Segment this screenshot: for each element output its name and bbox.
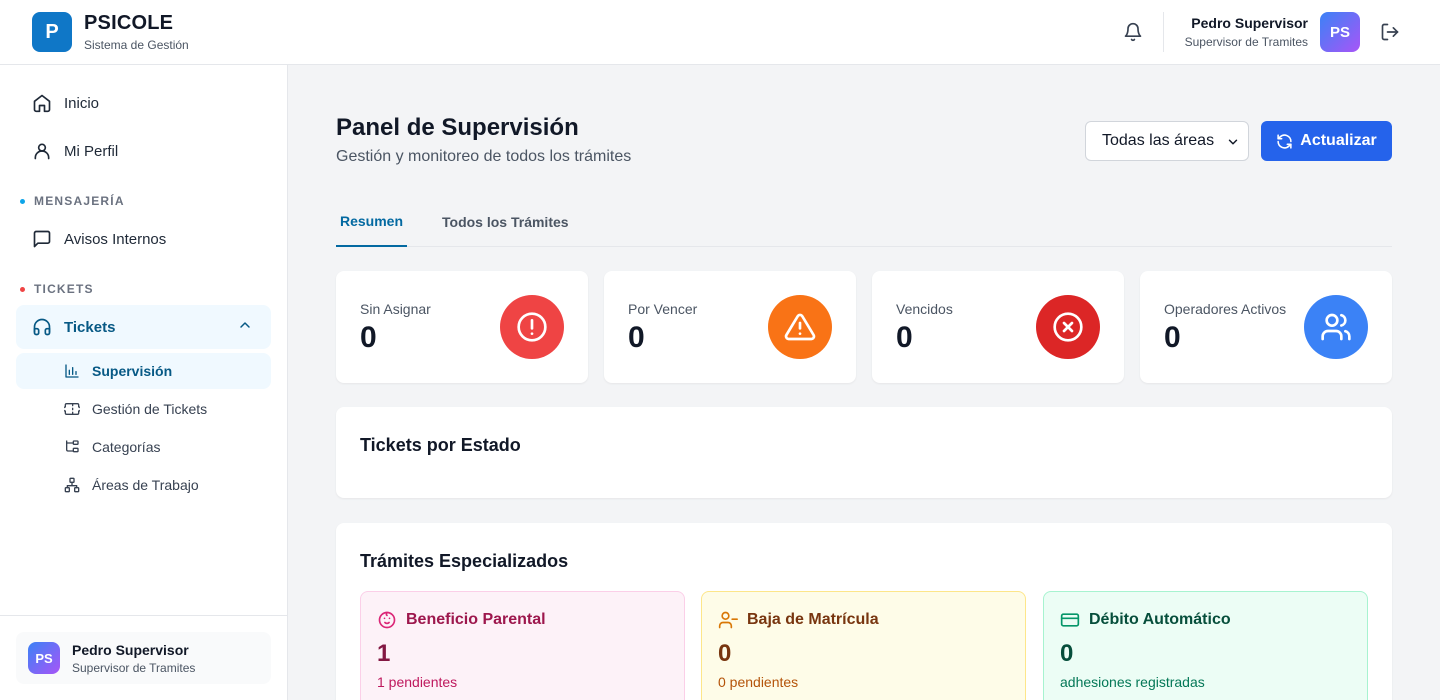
tramite-card-debito-automatico[interactable]: Débito Automático 0 adhesiones registrad… [1043,591,1368,700]
sidebar-item-label: Avisos Internos [64,230,167,248]
tramite-card-header: Beneficio Parental [377,610,546,630]
sidebar-user-role: Supervisor de Tramites [72,661,196,675]
sidebar-subitem-supervision[interactable]: Supervisión [16,353,271,389]
section-label-text: TICKETS [34,282,94,296]
stat-value: 0 [360,321,377,354]
sidebar-item-avisos-internos[interactable]: Avisos Internos [16,219,271,259]
stat-label: Por Vencer [628,301,698,317]
header-divider [1163,12,1164,52]
sidebar-item-label: Mi Perfil [64,142,119,160]
logout-icon[interactable] [1378,20,1402,44]
section-dot [20,286,25,292]
stat-card-sin-asignar: Sin Asignar 0 [336,271,588,383]
sidebar-user-card[interactable]: PS Pedro Supervisor Supervisor de Tramit… [16,632,271,684]
refresh-button[interactable]: Actualizar [1261,121,1392,161]
bell-icon[interactable] [1121,20,1145,44]
tramite-card-sub: 0 pendientes [718,674,799,690]
area-select-value: Todas las áreas [1102,132,1215,149]
sidebar-item-mi-perfil[interactable]: Mi Perfil [16,131,271,171]
brand-subtitle: Sistema de Gestión [84,38,189,52]
baby-face-icon [377,610,397,630]
tramites-especializados-panel: Trámites Especializados Beneficio Parent… [336,523,1392,700]
x-circle-icon [1036,295,1100,359]
message-square-icon [32,229,52,249]
tabs-bar: Resumen Todos los Trámites [336,196,1392,247]
stat-value: 0 [1164,321,1181,354]
warning-triangle-icon [768,295,832,359]
user-icon [32,141,52,161]
section-label-text: MENSAJERÍA [34,194,125,208]
panel-title: Trámites Especializados [360,551,569,571]
sidebar-subitem-label: Áreas de Trabajo [92,477,199,493]
sidebar-subitem-gestion-tickets[interactable]: Gestión de Tickets [16,391,271,427]
tab-resumen[interactable]: Resumen [336,196,408,247]
header-user-name: Pedro Supervisor [1191,15,1308,31]
tickets-por-estado-panel: Tickets por Estado [336,407,1392,498]
section-dot [20,198,25,204]
refresh-button-label: Actualizar [1300,132,1377,149]
sidebar-user-name: Pedro Supervisor [72,642,189,658]
section-label-mensajeria: MENSAJERÍA [20,194,125,208]
sidebar-subitem-label: Categorías [92,439,161,455]
tab-todos-tramites[interactable]: Todos los Trámites [438,196,573,247]
tramite-card-title: Débito Automático [1089,611,1231,628]
sidebar-footer: PS Pedro Supervisor Supervisor de Tramit… [0,615,287,700]
app-logo[interactable]: P [32,12,72,52]
sidebar-item-label: Inicio [64,94,100,112]
alert-circle-icon [500,295,564,359]
home-icon [32,93,52,113]
section-label-tickets: TICKETS [20,282,94,296]
top-header: P PSICOLE Sistema de Gestión Pedro Super… [0,0,1440,65]
ticket-icon [64,401,80,417]
tramite-card-title: Baja de Matrícula [747,611,879,628]
stat-card-vencidos: Vencidos 0 [872,271,1124,383]
tramite-card-value: 0 [1060,640,1074,667]
sidebar-subitem-areas-trabajo[interactable]: Áreas de Trabajo [16,467,271,503]
chevron-up-icon[interactable] [237,317,253,337]
tramite-card-header: Baja de Matrícula [718,610,879,630]
tramite-card-beneficio-parental[interactable]: Beneficio Parental 1 1 pendientes [360,591,685,700]
header-avatar[interactable]: PS [1320,12,1360,52]
sidebar-item-tickets[interactable]: Tickets [16,305,271,349]
users-icon [1304,295,1368,359]
panel-title: Tickets por Estado [360,435,521,455]
sidebar-item-label: Tickets [64,318,116,336]
stat-card-por-vencer: Por Vencer 0 [604,271,856,383]
area-select[interactable]: Todas las áreas [1085,121,1249,161]
network-icon [64,477,80,493]
avatar: PS [28,642,60,674]
stat-value: 0 [896,321,913,354]
sidebar-item-inicio[interactable]: Inicio [16,83,271,123]
tramite-card-header: Débito Automático [1060,610,1231,630]
page-title: Panel de Supervisión [336,114,579,141]
sidebar-subitem-label: Supervisión [92,363,173,379]
tramite-card-value: 0 [718,640,732,667]
bar-chart-icon [64,363,80,379]
stat-label: Sin Asignar [360,301,431,317]
tramite-card-value: 1 [377,640,391,667]
tramite-card-sub: 1 pendientes [377,674,458,690]
stat-value: 0 [628,321,645,354]
header-user-role: Supervisor de Tramites [1184,35,1308,49]
sidebar-subitem-categorias[interactable]: Categorías [16,429,271,465]
stat-card-operadores-activos: Operadores Activos 0 [1140,271,1392,383]
stat-label: Vencidos [896,301,953,317]
brand-name: PSICOLE [84,12,174,34]
chevron-down-icon [1226,135,1240,154]
tramite-card-sub: adhesiones registradas [1060,674,1205,690]
sidebar-subitem-label: Gestión de Tickets [92,401,208,417]
credit-card-icon [1060,610,1080,630]
refresh-icon [1276,133,1293,150]
sidebar: Inicio Mi Perfil MENSAJERÍA Avisos Inter… [0,65,288,700]
tramite-card-title: Beneficio Parental [406,611,546,628]
tramite-card-baja-matricula[interactable]: Baja de Matrícula 0 0 pendientes [701,591,1026,700]
headphones-icon [32,317,52,337]
stat-label: Operadores Activos [1164,301,1287,317]
user-minus-icon [718,610,738,630]
page-subtitle: Gestión y monitoreo de todos los trámite… [336,148,632,165]
tree-icon [64,439,80,455]
